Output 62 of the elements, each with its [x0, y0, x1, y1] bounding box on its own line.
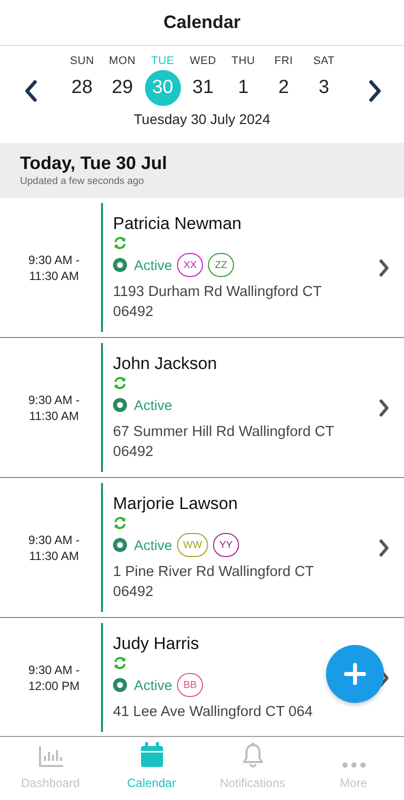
repeat-icon — [113, 376, 127, 390]
status-text: Active — [134, 537, 172, 553]
status-text: Active — [134, 397, 172, 413]
client-name: John Jackson — [113, 353, 218, 375]
client-name: Marjorie Lawson — [113, 493, 239, 515]
end-time: 11:30 AM — [28, 408, 80, 424]
add-button[interactable] — [326, 645, 384, 703]
repeat-icon — [113, 236, 127, 250]
tag-badge: YY — [213, 533, 240, 557]
end-time: 12:00 PM — [27, 678, 81, 694]
day-heading: Today, Tue 30 Jul — [20, 153, 168, 174]
tag-badge: BB — [177, 673, 204, 697]
appointment-row[interactable]: 9:30 AM - 11:30 AM Marjorie Lawson Active WW YY 1 Pine River Rd Wallingford CT 06492 — [0, 478, 404, 618]
weekday-label: SUN — [70, 54, 94, 66]
date-button[interactable]: 2 — [266, 70, 302, 106]
tag-badge: ZZ — [208, 253, 234, 277]
address-text: 1 Pine River Rd Wallingford CT 06492 — [113, 563, 315, 602]
date-button[interactable]: 29 — [104, 70, 140, 106]
repeat-icon — [113, 516, 127, 530]
start-time: 9:30 AM - — [27, 662, 81, 678]
weekday-label: SAT — [313, 54, 335, 66]
date-button[interactable]: 1 — [225, 70, 262, 106]
more-icon — [342, 762, 366, 768]
plus-icon — [344, 663, 366, 685]
calendar-icon — [140, 742, 164, 768]
chevron-right-icon — [378, 538, 390, 558]
status-icon — [113, 398, 127, 412]
status-icon — [113, 258, 127, 272]
address-text: 1193 Durham Rd Wallingford CT 06492 — [113, 283, 322, 322]
status-text: Active — [134, 257, 172, 273]
repeat-icon — [113, 656, 127, 670]
start-time: 9:30 AM - — [27, 532, 81, 548]
start-time: 9:30 AM - — [27, 252, 81, 268]
screen-title: Calendar — [163, 12, 241, 33]
address-text: 67 Summer Hill Rd Wallingford CT 06492 — [113, 423, 335, 462]
status-icon — [113, 678, 127, 692]
date-button[interactable]: 31 — [184, 70, 221, 106]
end-time: 11:30 AM — [28, 268, 80, 284]
date-button[interactable]: 28 — [64, 70, 100, 106]
bar-chart-icon — [38, 744, 64, 768]
address-text: 41 Lee Ave Wallingford CT 064 — [113, 703, 314, 722]
selected-date: Tuesday 30 July 2024 — [132, 111, 272, 127]
client-name: Patricia Newman — [113, 213, 242, 235]
date-button[interactable]: 3 — [306, 70, 342, 106]
end-time: 11:30 AM — [28, 548, 80, 564]
start-time: 9:30 AM - — [27, 392, 81, 408]
chevron-right-icon — [378, 398, 390, 418]
weekday-label: MON — [109, 54, 136, 66]
tag-badge: XX — [177, 253, 204, 277]
status-text: Active — [134, 677, 172, 693]
tag-badge: WW — [177, 533, 208, 557]
updated-text: Updated a few seconds ago — [20, 176, 145, 187]
weekday-label: TUE — [151, 54, 174, 66]
appointment-row[interactable]: 9:30 AM - 11:30 AM Patricia Newman Active XX ZZ 1193 Durham Rd Wallingford CT 06492 — [0, 198, 404, 338]
status-icon — [113, 538, 127, 552]
appointment-row[interactable]: 9:30 AM - 11:30 AM John Jackson Active 67 Summer Hill Rd Wallingford CT 06492 — [0, 338, 404, 478]
bell-icon — [242, 742, 264, 768]
weekday-label: THU — [232, 54, 256, 66]
weekday-label: FRI — [274, 54, 293, 66]
weekday-label: WED — [190, 54, 216, 66]
client-name: Judy Harris — [113, 633, 200, 655]
chevron-right-icon — [378, 258, 390, 278]
